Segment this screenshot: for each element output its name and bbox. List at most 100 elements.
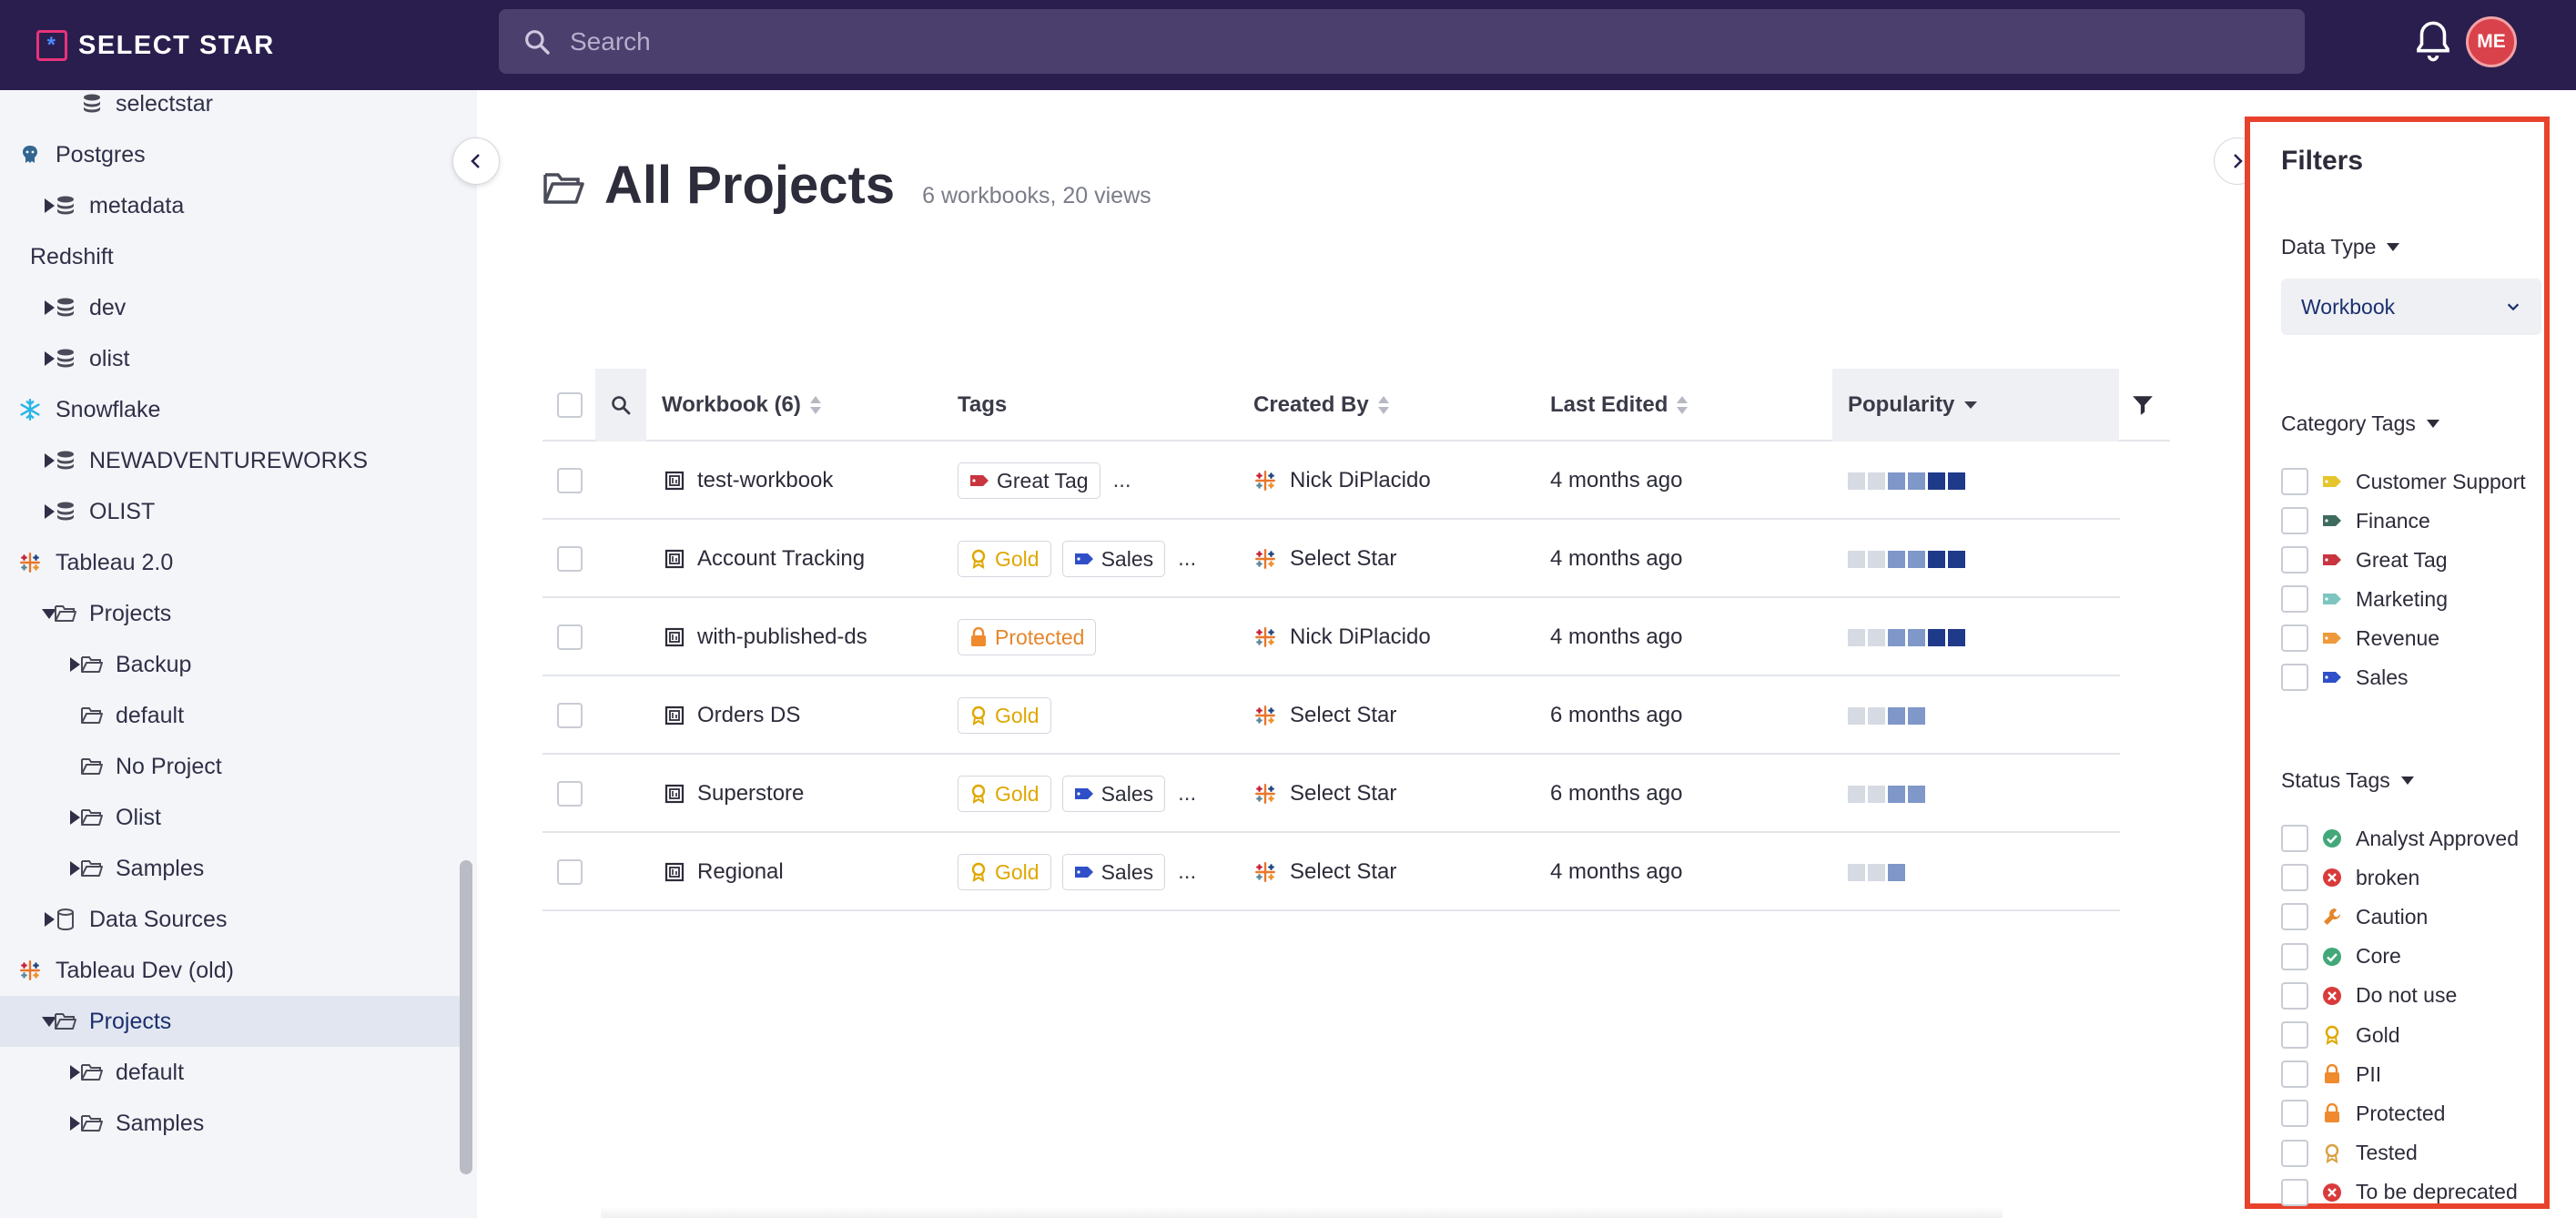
select-all-checkbox[interactable] [557, 392, 583, 418]
sidebar-item-metadata[interactable]: metadata [0, 180, 460, 231]
option-checkbox[interactable] [2281, 1021, 2308, 1049]
status-tag-option[interactable]: Analyst Approved [2281, 820, 2519, 857]
row-checkbox[interactable] [557, 624, 583, 650]
category-tag-option[interactable]: Revenue [2281, 620, 2439, 656]
tag-chip[interactable]: Sales [1061, 541, 1166, 577]
option-checkbox[interactable] [2281, 468, 2308, 495]
tag-chip[interactable]: Sales [1061, 854, 1166, 890]
sidebar-item-backup[interactable]: Backup [0, 639, 460, 690]
column-header-popularity[interactable]: Popularity [1832, 369, 2119, 442]
column-header-workbook[interactable]: Workbook (6) [662, 369, 821, 442]
sidebar-item-samples[interactable]: Samples [0, 1098, 460, 1149]
option-checkbox[interactable] [2281, 864, 2308, 892]
caret-right-icon[interactable] [70, 861, 80, 876]
sidebar-item-snowflake[interactable]: Snowflake [0, 384, 460, 435]
option-checkbox[interactable] [2281, 585, 2308, 613]
sidebar-item-postgres[interactable]: Postgres [0, 129, 460, 180]
sidebar-item-default[interactable]: default [0, 690, 460, 741]
status-tag-option[interactable]: To be deprecated [2281, 1174, 2518, 1211]
more-tags-indicator[interactable]: ... [1178, 781, 1196, 807]
data-type-select[interactable]: Workbook [2281, 279, 2541, 335]
tag-chip[interactable]: Sales [1061, 776, 1166, 812]
workbook-name[interactable]: test-workbook [697, 468, 833, 493]
category-tag-option[interactable]: Finance [2281, 502, 2430, 539]
row-checkbox[interactable] [557, 546, 583, 572]
table-row[interactable]: with-published-ds Protected Nick DiPlacido… [543, 598, 2120, 676]
collapse-sidebar-button[interactable] [452, 137, 500, 185]
status-tag-option[interactable]: Gold [2281, 1017, 2400, 1053]
status-tag-option[interactable]: Core [2281, 939, 2401, 975]
category-tag-option[interactable]: Great Tag [2281, 542, 2448, 578]
user-avatar[interactable]: ME [2466, 16, 2517, 67]
app-logo[interactable]: * SELECT STAR [36, 25, 275, 66]
tag-chip[interactable]: Gold [958, 697, 1051, 734]
caret-right-icon[interactable] [70, 810, 80, 825]
tag-chip[interactable]: Great Tag [958, 462, 1100, 499]
caret-right-icon[interactable] [70, 657, 80, 672]
sidebar-item-projects[interactable]: Projects [0, 996, 460, 1047]
option-checkbox[interactable] [2281, 1061, 2308, 1089]
caret-right-icon[interactable] [70, 1116, 80, 1131]
workbook-name-cell[interactable]: with-published-ds [664, 598, 867, 676]
table-row[interactable]: Regional Gold Sales... Select Star 4 months … [543, 833, 2120, 911]
option-checkbox[interactable] [2281, 825, 2308, 852]
sidebar-item-data-sources[interactable]: Data Sources [0, 894, 460, 945]
status-tag-option[interactable]: broken [2281, 859, 2419, 896]
workbook-name-cell[interactable]: test-workbook [664, 442, 833, 520]
column-search-button[interactable] [595, 369, 646, 442]
status-tag-option[interactable]: Caution [2281, 898, 2428, 935]
option-checkbox[interactable] [2281, 507, 2308, 534]
tag-chip[interactable]: Gold [958, 541, 1051, 577]
tag-chip[interactable]: Protected [958, 619, 1097, 655]
option-checkbox[interactable] [2281, 1100, 2308, 1128]
table-row[interactable]: Account Tracking Gold Sales... Select Star 4… [543, 520, 2120, 598]
sidebar-item-olist[interactable]: Olist [0, 792, 460, 843]
workbook-name-cell[interactable]: Regional [664, 833, 784, 911]
category-tags-section-toggle[interactable]: Category Tags [2281, 411, 2439, 436]
sidebar-item-redshift[interactable]: Redshift [0, 231, 460, 282]
column-header-last-edited[interactable]: Last Edited [1550, 369, 1689, 442]
sidebar-item-projects[interactable]: Projects [0, 588, 460, 639]
table-row[interactable]: Superstore Gold Sales... Select Star 6 month… [543, 755, 2120, 833]
table-row[interactable]: Orders DS Gold Select Star 6 months ago [543, 676, 2120, 755]
sidebar-item-dev[interactable]: dev [0, 282, 460, 333]
row-checkbox[interactable] [557, 468, 583, 493]
option-checkbox[interactable] [2281, 903, 2308, 931]
option-checkbox[interactable] [2281, 1178, 2308, 1206]
row-checkbox[interactable] [557, 703, 583, 728]
caret-right-icon[interactable] [70, 1065, 80, 1080]
more-tags-indicator[interactable]: ... [1178, 546, 1196, 572]
workbook-name[interactable]: Regional [697, 859, 784, 885]
search-input[interactable] [570, 26, 2208, 56]
status-tag-option[interactable]: Protected [2281, 1095, 2445, 1132]
filter-toggle-button[interactable] [2131, 369, 2155, 442]
table-row[interactable]: test-workbook Great Tag... Nick DiPlacido 4… [543, 442, 2120, 520]
tag-chip[interactable]: Gold [958, 776, 1051, 812]
column-header-created-by[interactable]: Created By [1253, 369, 1389, 442]
workbook-name[interactable]: Superstore [697, 781, 804, 807]
more-tags-indicator[interactable]: ... [1113, 468, 1131, 493]
workbook-name-cell[interactable]: Orders DS [664, 676, 800, 755]
workbook-name-cell[interactable]: Superstore [664, 755, 804, 833]
option-checkbox[interactable] [2281, 942, 2308, 970]
sidebar-item-olist[interactable]: olist [0, 333, 460, 384]
sidebar-item-olist[interactable]: OLIST [0, 486, 460, 537]
workbook-name[interactable]: Orders DS [697, 703, 800, 728]
sidebar-item-no-project[interactable]: No Project [0, 741, 460, 792]
category-tag-option[interactable]: Marketing [2281, 581, 2448, 617]
sidebar-item-samples[interactable]: Samples [0, 843, 460, 894]
option-checkbox[interactable] [2281, 546, 2308, 573]
option-checkbox[interactable] [2281, 624, 2308, 652]
option-checkbox[interactable] [2281, 981, 2308, 1010]
sidebar-item-default[interactable]: default [0, 1047, 460, 1098]
status-tag-option[interactable]: Tested [2281, 1135, 2418, 1172]
sidebar-item-newadventureworks[interactable]: NEWADVENTUREWORKS [0, 435, 460, 486]
sidebar-item-tableau-2-0[interactable]: Tableau 2.0 [0, 537, 460, 588]
workbook-name[interactable]: with-published-ds [697, 624, 867, 650]
data-type-section-toggle[interactable]: Data Type [2281, 235, 2400, 259]
notification-bell-icon[interactable] [2413, 18, 2453, 64]
more-tags-indicator[interactable]: ... [1178, 859, 1196, 885]
tag-chip[interactable]: Gold [958, 854, 1051, 890]
workbook-name[interactable]: Account Tracking [697, 546, 865, 572]
sidebar-item-selectstar[interactable]: selectstar [0, 90, 460, 129]
